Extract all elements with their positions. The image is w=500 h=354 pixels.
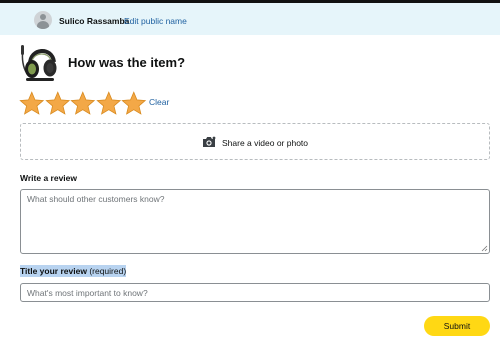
star-icon[interactable]	[121, 91, 147, 115]
required-note: (required)	[89, 266, 127, 276]
share-media-label: Share a video or photo	[222, 138, 309, 148]
camera-icon	[203, 136, 216, 147]
resize-grip-icon[interactable]	[481, 245, 488, 252]
star-rating	[19, 91, 147, 115]
star-icon[interactable]	[95, 91, 122, 115]
title-label: Title your review (required)	[20, 265, 127, 277]
star-icon[interactable]	[44, 91, 71, 115]
title-label-text: Title your review	[20, 266, 87, 276]
profile-bar: Sulico Rassamba Edit public name	[0, 3, 500, 35]
submit-button[interactable]: Submit	[424, 316, 490, 336]
avatar-icon	[34, 11, 52, 29]
star-icon[interactable]	[70, 91, 96, 115]
share-media-button[interactable]: Share a video or photo	[20, 123, 490, 160]
public-name: Sulico Rassamba	[59, 16, 130, 26]
review-textarea[interactable]	[20, 189, 490, 254]
rating-question: How was the item?	[68, 55, 186, 70]
review-label: Write a review	[20, 173, 78, 183]
star-icon[interactable]	[19, 91, 45, 115]
clear-rating-link[interactable]: Clear	[149, 97, 169, 107]
review-title-input[interactable]	[20, 283, 490, 302]
headset-image	[21, 45, 57, 81]
edit-public-name-link[interactable]: Edit public name	[124, 16, 187, 26]
